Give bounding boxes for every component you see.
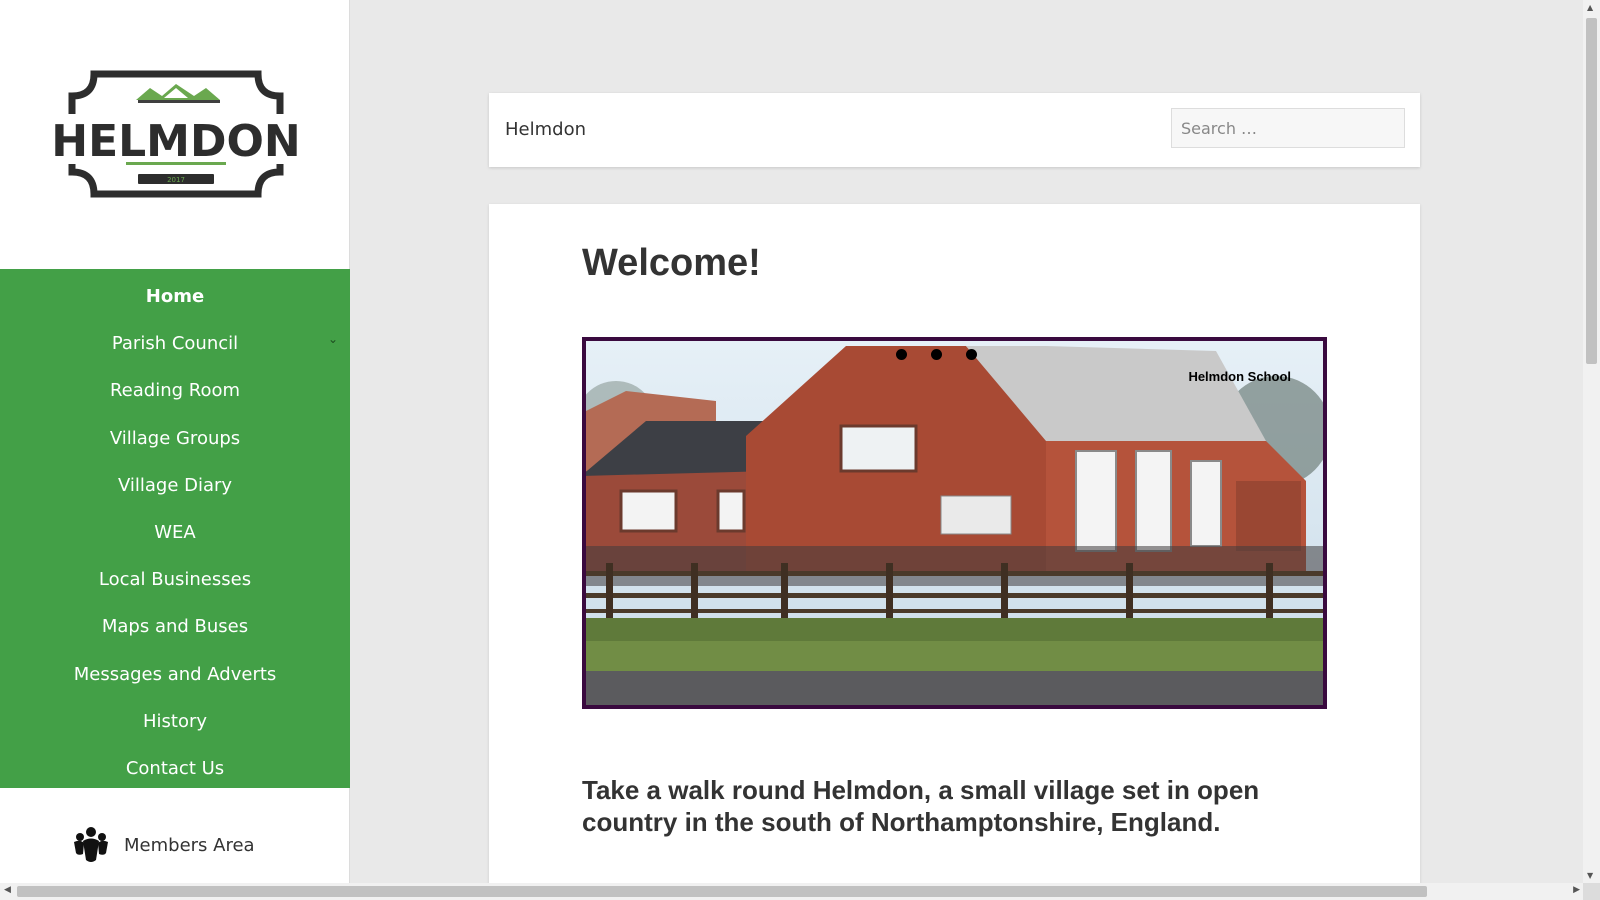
site-logo[interactable]: HELMDON 2017 [54,66,298,202]
search-input[interactable] [1171,108,1405,148]
slider-pagination [896,349,977,360]
nav-item-label: Reading Room [109,380,241,402]
nav-item-label: Maps and Buses [101,616,249,638]
nav-item-contact-us[interactable]: Contact Us [0,745,350,792]
svg-text:2017: 2017 [167,176,185,184]
image-slider[interactable]: Helmdon School [582,337,1327,709]
nav-item-wea[interactable]: WEA [0,509,350,556]
scroll-up-arrow-icon[interactable]: ▲ [1587,3,1593,12]
nav-item-home[interactable]: Home [0,273,350,320]
nav-item-label: Village Groups [109,427,241,449]
sidebar: HELMDON 2017 Home Parish Council ⌄ Reading … [0,0,350,883]
nav-item-parish-council[interactable]: Parish Council ⌄ [0,320,350,367]
slide-caption: Helmdon School [1188,369,1291,384]
nav-item-history[interactable]: History [0,698,350,745]
horizontal-scroll-thumb[interactable] [17,886,1427,897]
slider-dot[interactable] [966,349,977,360]
nav-item-reading-room[interactable]: Reading Room [0,367,350,414]
nav-item-label: Local Businesses [98,569,252,591]
nav-item-maps-and-buses[interactable]: Maps and Buses [0,603,350,650]
nav-item-label: Home [145,286,205,308]
nav-item-label: WEA [154,522,196,544]
slider-dot[interactable] [931,349,942,360]
site-title[interactable]: Helmdon [505,119,586,140]
nav-item-label: Parish Council [111,333,239,355]
chevron-down-icon[interactable]: ⌄ [328,332,338,346]
scroll-down-arrow-icon[interactable]: ▼ [1587,871,1593,880]
intro-heading: Take a walk round Helmdon, a small villa… [582,775,1260,837]
svg-text:HELMDON: HELMDON [54,116,298,167]
vertical-scrollbar[interactable]: ▲ ▼ [1583,0,1600,883]
nav-item-village-diary[interactable]: Village Diary [0,462,350,509]
slide-image [586,341,1323,705]
users-icon [74,827,108,862]
scrollbar-corner [1583,883,1600,900]
members-area-link[interactable]: Members Area [72,826,255,864]
nav-item-label: Messages and Adverts [73,663,277,685]
nav-item-local-businesses[interactable]: Local Businesses [0,556,350,603]
nav-item-label: History [142,710,208,732]
page-title: Welcome! [582,242,761,284]
main-navigation: Home Parish Council ⌄ Reading Room Village G… [0,269,350,788]
nav-item-label: Village Diary [117,474,233,496]
horizontal-scrollbar[interactable]: ◀ ▶ [0,883,1600,900]
helmdon-logo-image: HELMDON 2017 [54,70,298,198]
scroll-left-arrow-icon[interactable]: ◀ [4,885,11,895]
site-header: Helmdon [489,93,1420,167]
slider-dot[interactable] [896,349,907,360]
content-card: Welcome! Helmdon School Take a walk roun… [489,204,1420,884]
nav-item-label: Contact Us [125,757,225,779]
members-area-label: Members Area [124,834,255,856]
nav-item-village-groups[interactable]: Village Groups [0,415,350,462]
vertical-scroll-thumb[interactable] [1586,18,1597,364]
scroll-right-arrow-icon[interactable]: ▶ [1573,885,1580,895]
nav-item-messages-and-adverts[interactable]: Messages and Adverts [0,651,350,698]
